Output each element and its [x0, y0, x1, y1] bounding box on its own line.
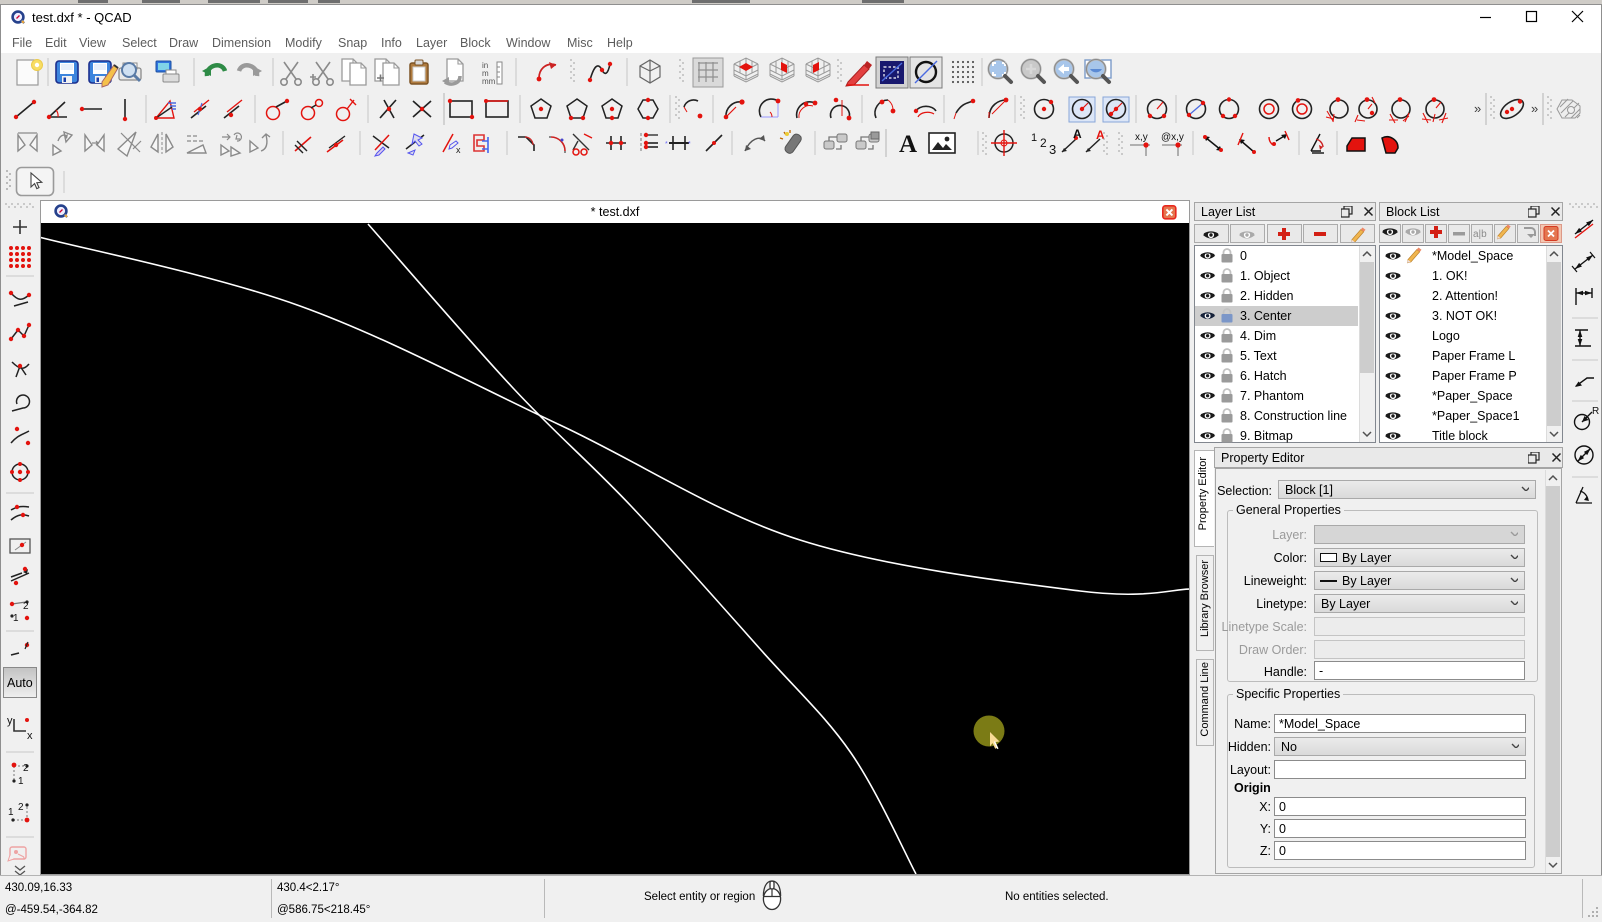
svg-text:*: * [665, 141, 668, 148]
svg-text:A: A [1096, 128, 1105, 142]
svg-text:»: » [1531, 101, 1538, 116]
svg-text:x,y: x,y [1135, 132, 1148, 143]
svg-text:1: 1 [1031, 132, 1037, 144]
svg-text:Auto: Auto [7, 676, 33, 690]
svg-text:A: A [1073, 127, 1082, 141]
svg-text:x: x [456, 145, 461, 155]
svg-text:@x,y: @x,y [1161, 132, 1184, 143]
svg-text:a|b: a|b [1473, 229, 1487, 240]
svg-text:1: 1 [8, 807, 14, 818]
svg-text:2: 2 [23, 763, 29, 774]
svg-text:»: » [1474, 101, 1481, 116]
svg-text:2: 2 [23, 601, 29, 612]
svg-text:mm: mm [482, 77, 496, 86]
svg-text:x: x [27, 730, 33, 742]
svg-text:*: * [688, 141, 691, 148]
svg-text:3: 3 [1049, 142, 1056, 157]
svg-text:2: 2 [1040, 136, 1047, 150]
svg-text:1: 1 [18, 776, 24, 787]
svg-text:y: y [7, 715, 13, 727]
svg-text:1: 1 [13, 613, 19, 624]
svg-text:2: 2 [18, 802, 24, 813]
svg-text:A: A [899, 131, 917, 158]
